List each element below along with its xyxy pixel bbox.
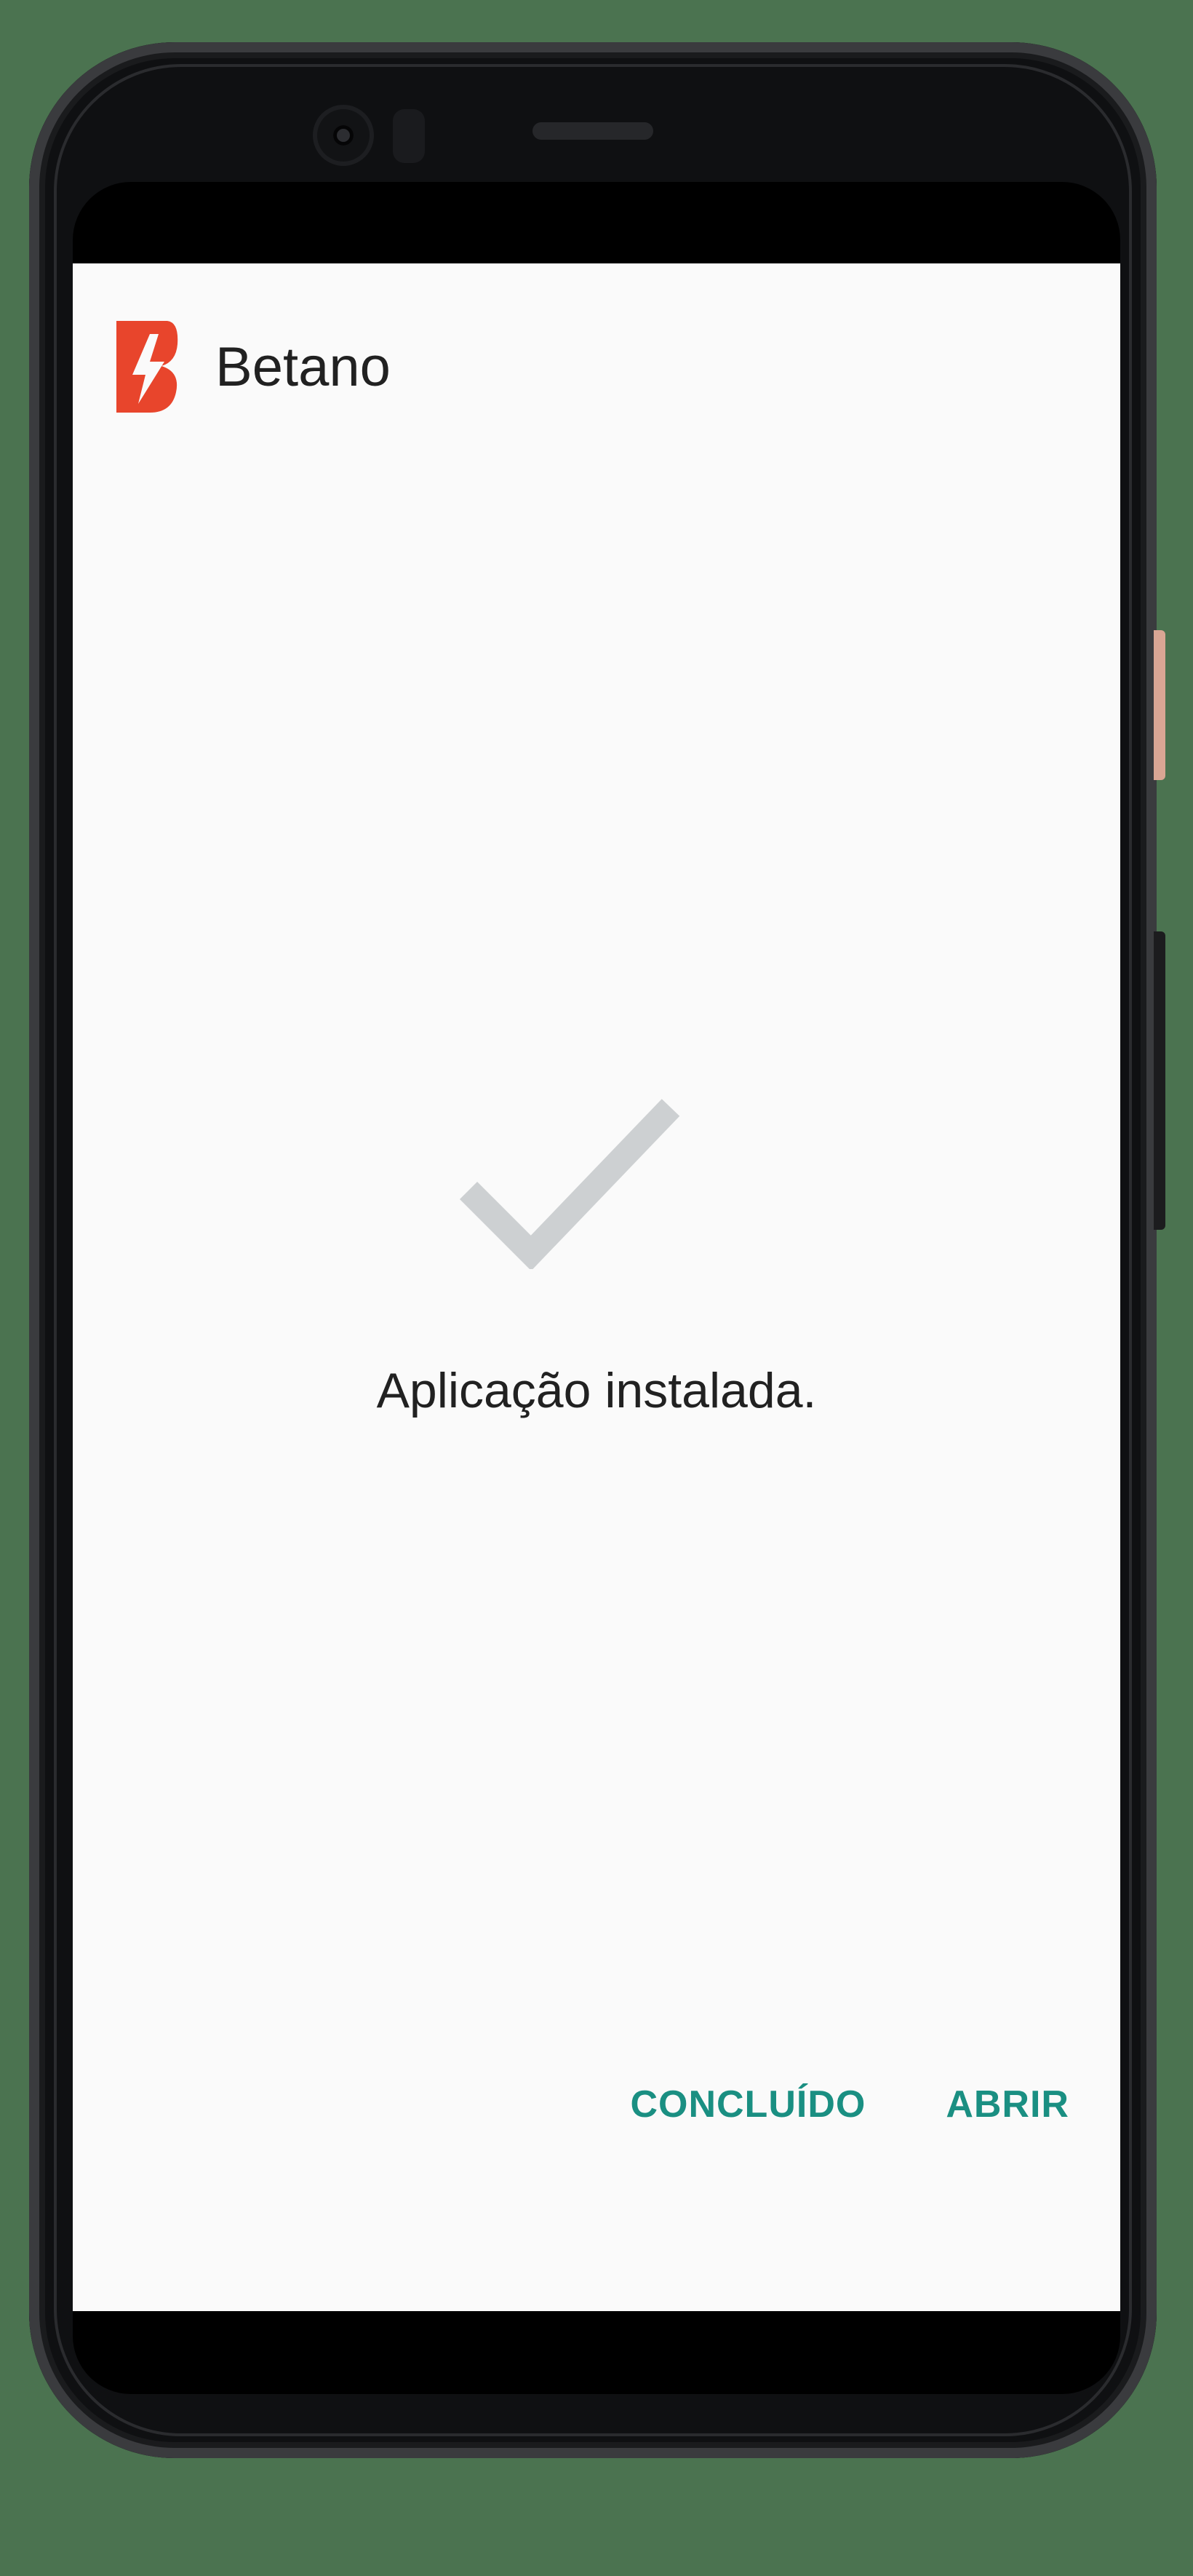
front-camera: [313, 105, 374, 166]
app-header: Betano: [113, 316, 391, 418]
volume-button: [1154, 931, 1165, 1230]
install-status-message: Aplicação instalada.: [376, 1363, 817, 1418]
navigation-bar-area: [73, 2307, 1120, 2394]
earpiece-speaker: [532, 122, 653, 140]
camera-lens: [333, 125, 354, 146]
app-name: Betano: [215, 335, 391, 398]
installer-screen: Betano Aplicação instalada. CONCLUÍDO AB…: [73, 263, 1120, 2311]
check-icon: [460, 1099, 680, 1269]
betano-logo-icon: [116, 321, 178, 413]
power-button: [1154, 630, 1165, 780]
action-buttons: CONCLUÍDO ABRIR: [630, 2083, 1069, 2126]
done-button[interactable]: CONCLUÍDO: [630, 2083, 866, 2126]
open-button[interactable]: ABRIR: [946, 2083, 1069, 2126]
proximity-sensor: [393, 109, 425, 163]
